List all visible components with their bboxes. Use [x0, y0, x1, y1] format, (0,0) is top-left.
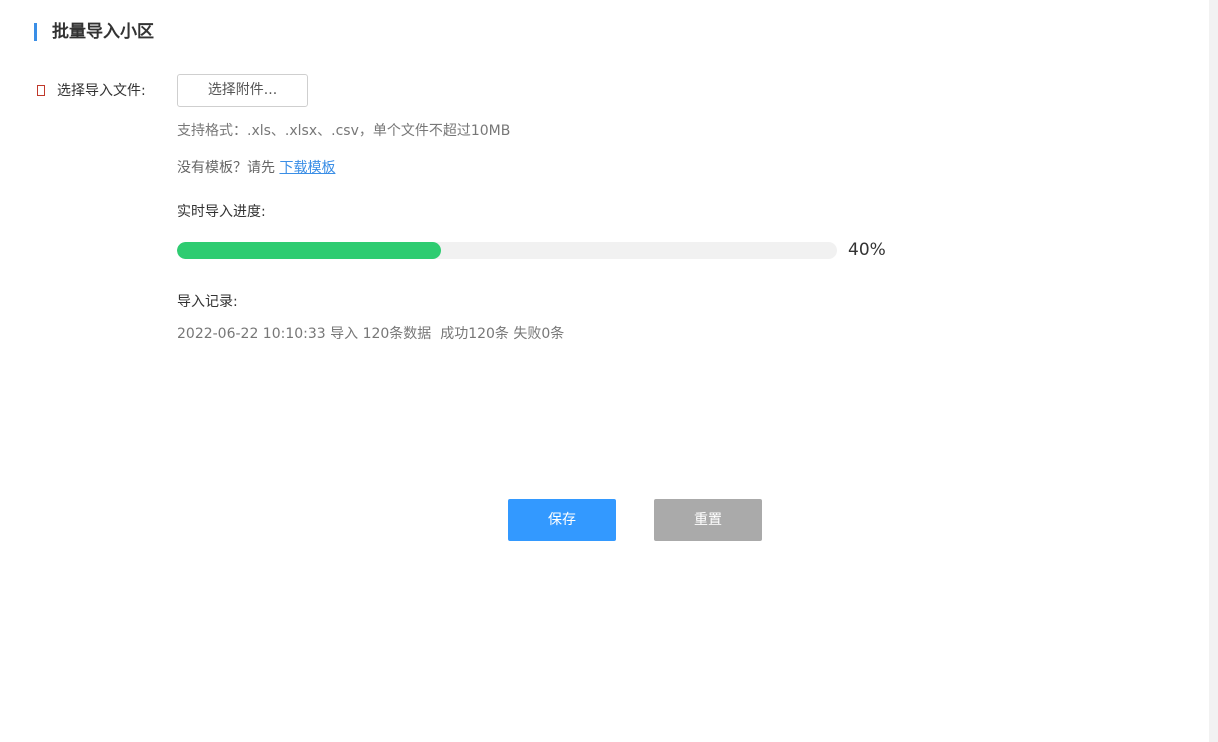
download-template-link[interactable]: 下载模板 — [279, 160, 335, 176]
import-page: 批量导入小区 选择导入文件: 选择附件... 支持格式：.xls、.xlsx、.… — [0, 0, 1218, 742]
save-button[interactable]: 保存 — [508, 499, 616, 541]
progress-bar — [177, 242, 837, 259]
page-title: 批量导入小区 — [52, 22, 154, 42]
scrollbar-gutter[interactable] — [1209, 0, 1218, 742]
choose-attachment-button[interactable]: 选择附件... — [177, 74, 308, 107]
progress-bar-fill — [177, 242, 441, 259]
records-label: 导入记录: — [177, 294, 238, 310]
file-field-label: 选择导入文件: — [57, 83, 146, 99]
format-hint: 支持格式：.xls、.xlsx、.csv，单个文件不超过10MB — [177, 123, 511, 139]
template-line: 没有模板？请先 下载模板 — [177, 158, 335, 178]
template-prefix: 没有模板？请先 — [177, 160, 280, 176]
reset-button[interactable]: 重置 — [654, 499, 762, 541]
required-marker-icon — [37, 85, 45, 96]
title-accent-bar — [34, 23, 37, 41]
record-entry: 2022-06-22 10:10:33 导入 120条数据 成功120条 失败0… — [177, 326, 565, 342]
progress-label: 实时导入进度: — [177, 204, 266, 220]
progress-percent: 40% — [848, 240, 886, 260]
